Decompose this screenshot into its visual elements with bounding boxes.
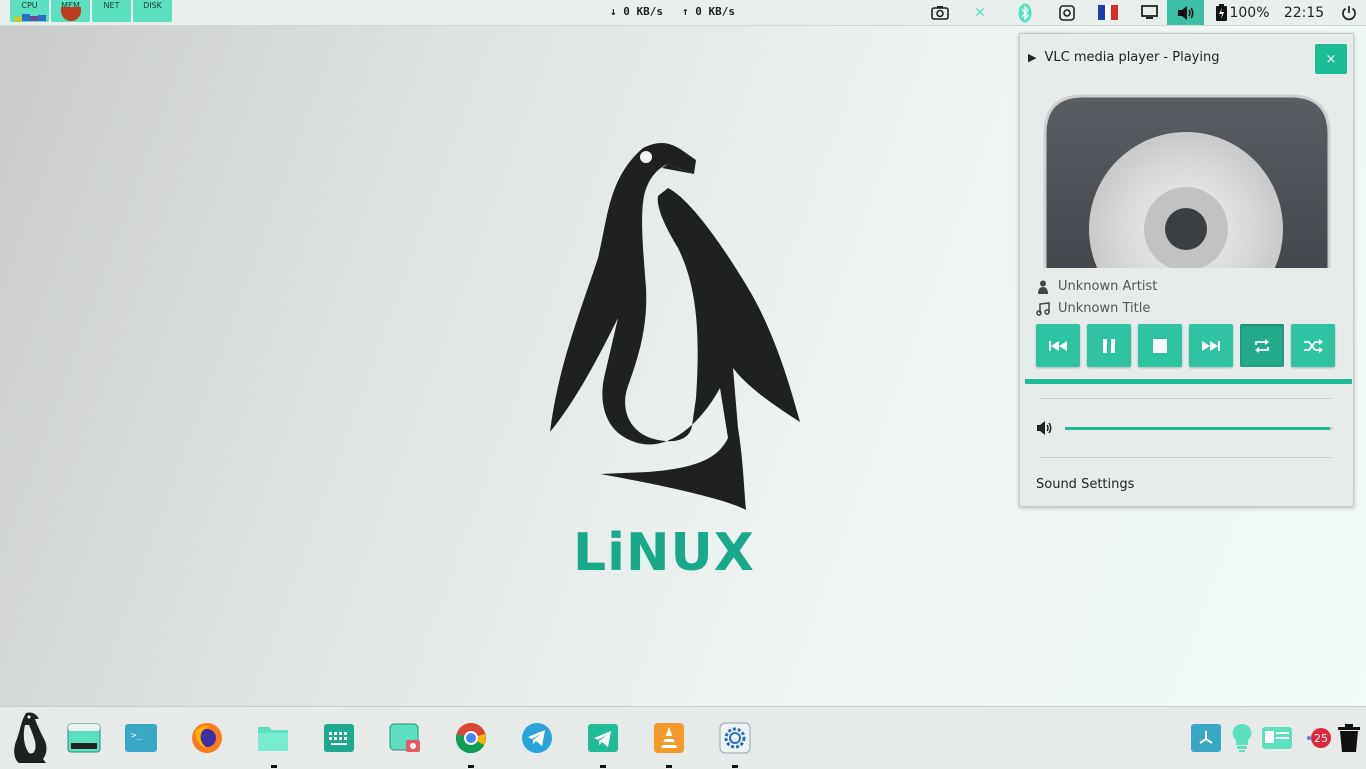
telegram-icon[interactable] bbox=[520, 721, 554, 755]
notification-badge[interactable]: 25 bbox=[1300, 721, 1334, 755]
upload-speed: ↑ 0 KB/s bbox=[682, 5, 735, 18]
notification-count: 25 bbox=[1314, 732, 1328, 745]
volume-slider[interactable] bbox=[1065, 427, 1333, 430]
telegram-desktop-icon[interactable] bbox=[586, 721, 620, 755]
penguin-logo bbox=[550, 143, 800, 511]
linux-logo-text: LiNUX bbox=[573, 523, 755, 583]
track-title: Unknown Title bbox=[1058, 301, 1151, 316]
repeat-button[interactable] bbox=[1240, 324, 1284, 367]
terminal-window-icon[interactable] bbox=[67, 721, 101, 755]
svg-text:>_: >_ bbox=[131, 731, 142, 741]
close-x-icon[interactable]: ✕ bbox=[970, 0, 990, 25]
album-art bbox=[1043, 94, 1331, 268]
french-flag-icon[interactable] bbox=[1097, 0, 1119, 25]
artist-name: Unknown Artist bbox=[1058, 279, 1158, 294]
repeat-icon bbox=[1255, 338, 1269, 353]
memory-monitor[interactable]: MEM bbox=[51, 0, 90, 22]
battery-percentage: 100% bbox=[1229, 4, 1270, 21]
keyboard-icon[interactable] bbox=[322, 721, 356, 755]
divider bbox=[1040, 457, 1332, 458]
playback-controls bbox=[1036, 324, 1335, 367]
linux-menu-icon[interactable] bbox=[10, 711, 50, 765]
battery-indicator[interactable]: 100% bbox=[1215, 0, 1271, 25]
bluetooth-icon[interactable] bbox=[1014, 0, 1036, 25]
shuffle-button[interactable] bbox=[1291, 324, 1335, 367]
record-icon[interactable] bbox=[1056, 0, 1078, 25]
screen-icon[interactable] bbox=[1138, 0, 1160, 25]
top-panel: CPU MEM NET DISK ↓ 0 KB/s ↑ 0 KB/s ✕ 100… bbox=[0, 0, 1366, 26]
stop-button[interactable] bbox=[1138, 324, 1182, 367]
screenshot-app-icon[interactable] bbox=[388, 721, 422, 755]
memory-usage-pie bbox=[61, 7, 81, 21]
trash-icon[interactable] bbox=[1332, 721, 1366, 755]
pause-button[interactable] bbox=[1087, 324, 1131, 367]
play-icon: ▶ bbox=[1028, 51, 1037, 64]
firefox-icon[interactable] bbox=[190, 721, 224, 755]
player-title: VLC media player - Playing bbox=[1044, 50, 1220, 65]
pause-icon bbox=[1103, 338, 1115, 353]
network-monitor[interactable]: NET bbox=[92, 0, 131, 22]
bottom-dock: >_ 25 bbox=[0, 706, 1366, 769]
person-icon bbox=[1038, 280, 1048, 294]
close-button[interactable]: × bbox=[1315, 44, 1347, 74]
artist-row: Unknown Artist bbox=[1036, 279, 1157, 294]
next-button[interactable] bbox=[1189, 324, 1233, 367]
cpu-monitor-label: CPU bbox=[21, 1, 38, 10]
previous-icon bbox=[1049, 340, 1067, 351]
id-card-icon[interactable] bbox=[1260, 721, 1294, 755]
media-player-popup: ▶ VLC media player - Playing × Unknown A… bbox=[1019, 33, 1354, 507]
sound-settings-link[interactable]: Sound Settings bbox=[1036, 477, 1134, 492]
download-speed: ↓ 0 KB/s bbox=[610, 5, 663, 18]
music-note-icon bbox=[1036, 301, 1050, 316]
bulb-icon[interactable] bbox=[1225, 721, 1259, 755]
disk-monitor-label: DISK bbox=[143, 1, 162, 10]
chrome-icon[interactable] bbox=[454, 721, 488, 755]
volume-row bbox=[1036, 419, 1336, 439]
clock[interactable]: 22:15 bbox=[1283, 0, 1325, 25]
speaker-icon[interactable] bbox=[1167, 0, 1204, 25]
playback-progress-bar[interactable] bbox=[1025, 379, 1352, 384]
cpu-monitor[interactable]: CPU bbox=[10, 0, 49, 22]
network-monitor-label: NET bbox=[103, 1, 120, 10]
title-row: Unknown Title bbox=[1036, 301, 1150, 316]
battery-icon bbox=[1216, 4, 1228, 21]
previous-button[interactable] bbox=[1036, 324, 1080, 367]
disk-monitor[interactable]: DISK bbox=[133, 0, 172, 22]
volume-icon[interactable] bbox=[1036, 420, 1054, 436]
settings-icon[interactable] bbox=[718, 721, 752, 755]
next-icon bbox=[1202, 340, 1220, 351]
divider bbox=[1040, 398, 1332, 399]
popup-header: ▶ VLC media player - Playing bbox=[1028, 50, 1219, 65]
cpu-usage-bars bbox=[14, 13, 46, 21]
stop-icon bbox=[1153, 338, 1167, 353]
power-icon[interactable] bbox=[1338, 0, 1360, 25]
shuffle-icon bbox=[1304, 338, 1323, 353]
clock-app-icon[interactable] bbox=[1189, 721, 1223, 755]
vlc-icon[interactable] bbox=[652, 721, 686, 755]
volume-slider-fill bbox=[1065, 427, 1331, 430]
camera-icon[interactable] bbox=[928, 0, 952, 25]
terminal-icon[interactable]: >_ bbox=[124, 721, 158, 755]
files-icon[interactable] bbox=[256, 721, 290, 755]
